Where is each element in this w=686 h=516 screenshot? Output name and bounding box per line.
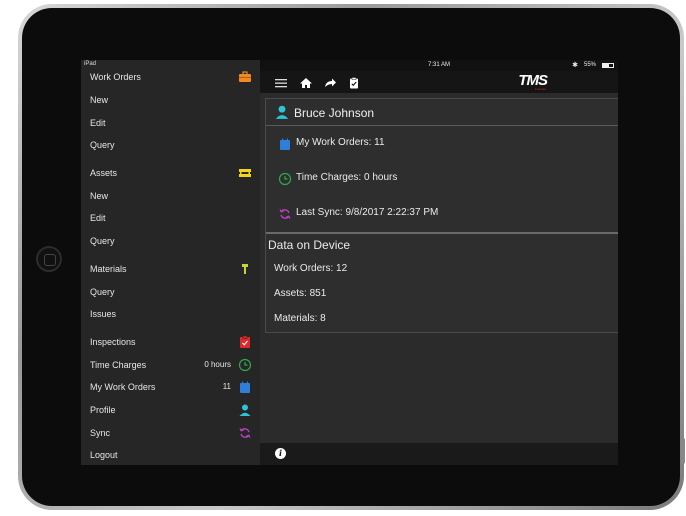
sidebar-item-work-orders[interactable]: Work Orders [81, 67, 260, 87]
sidebar-item-label: Work Orders [90, 72, 141, 82]
section-divider [266, 232, 618, 234]
user-icon [238, 403, 252, 417]
sidebar: iPad Work Orders New Edit Query Assets N… [81, 60, 260, 465]
home-button[interactable] [36, 246, 62, 272]
sidebar-item-assets-query[interactable]: Query [81, 231, 260, 251]
sidebar-item-inspections[interactable]: Inspections [81, 332, 260, 352]
time-charges-text: Time Charges: 0 hours [296, 172, 398, 183]
sidebar-item-sync[interactable]: Sync [81, 423, 260, 443]
equipment-icon [238, 166, 252, 180]
menu-icon[interactable] [274, 76, 288, 88]
main-panel: 7:31 AM ✱ 55% TMS Fuentes Bruce Johnson … [260, 60, 618, 465]
sync-icon [238, 426, 252, 440]
sidebar-item-assets-new[interactable]: New [81, 186, 260, 206]
sidebar-item-time-charges[interactable]: Time Charges 0 hours [81, 355, 260, 375]
sidebar-item-label: Sync [90, 428, 111, 438]
home-icon[interactable] [299, 76, 313, 88]
toolbox-icon [238, 70, 252, 84]
last-sync-row[interactable]: Last Sync: 9/8/2017 2:22:37 PM [266, 196, 618, 231]
sidebar-item-label: Profile [90, 405, 116, 415]
sidebar-item-materials-query[interactable]: Query [81, 282, 260, 302]
clock-icon [278, 172, 292, 186]
sidebar-item-profile[interactable]: Profile [81, 400, 260, 420]
device-materials: Materials: 8 [274, 313, 326, 324]
sidebar-item-label: Edit [90, 118, 106, 128]
my-work-orders-text: My Work Orders: 11 [296, 137, 385, 148]
last-sync-text: Last Sync: 9/8/2017 2:22:37 PM [296, 207, 439, 218]
share-icon[interactable] [323, 76, 337, 88]
sidebar-item-work-orders-query[interactable]: Query [81, 135, 260, 155]
my-work-orders-value: 11 [222, 382, 231, 391]
sidebar-item-assets-edit[interactable]: Edit [81, 208, 260, 228]
data-on-device-title: Data on Device [268, 238, 351, 252]
sidebar-item-label: Query [90, 236, 115, 246]
sidebar-item-label: Assets [90, 168, 118, 178]
user-icon [274, 104, 290, 120]
status-bar: 7:31 AM ✱ 55% [260, 60, 618, 71]
battery-percent: 55% [583, 62, 596, 68]
tms-logo-sub: Fuentes [535, 87, 546, 91]
battery-icon [602, 63, 614, 68]
app-screen: iPad Work Orders New Edit Query Assets N… [81, 60, 618, 465]
profile-header: Bruce Johnson [266, 99, 618, 126]
device-work-orders: Work Orders: 12 [274, 263, 348, 274]
sidebar-item-label: New [90, 191, 109, 201]
device-assets: Assets: 851 [274, 288, 327, 299]
sidebar-item-label: My Work Orders [90, 382, 156, 392]
sidebar-item-work-orders-edit[interactable]: Edit [81, 113, 260, 133]
sidebar-item-work-orders-new[interactable]: New [81, 90, 260, 110]
time-charges-value: 0 hours [204, 360, 231, 369]
sidebar-item-label: Logout [90, 450, 118, 460]
sidebar-item-assets[interactable]: Assets [81, 163, 260, 183]
sidebar-item-label: Issues [90, 309, 117, 319]
sidebar-item-label: New [90, 95, 109, 105]
status-time: 7:31 AM [427, 62, 450, 68]
sidebar-item-label: Edit [90, 213, 106, 223]
bottom-bar: i [260, 443, 618, 465]
sync-icon [278, 207, 292, 221]
sidebar-item-label: Materials [90, 264, 127, 274]
profile-card: Bruce Johnson My Work Orders: 11 Time Ch… [265, 98, 618, 333]
materials-icon [238, 262, 252, 276]
user-name: Bruce Johnson [294, 106, 375, 120]
clipboard-icon[interactable] [347, 76, 361, 89]
my-work-orders-row[interactable]: My Work Orders: 11 [266, 126, 618, 161]
sidebar-item-materials[interactable]: Materials [81, 259, 260, 279]
sidebar-item-label: Inspections [90, 337, 136, 347]
sidebar-item-label: Query [90, 287, 115, 297]
clock-icon [238, 358, 252, 372]
side-button[interactable] [681, 438, 685, 464]
sidebar-item-materials-issues[interactable]: Issues [81, 304, 260, 324]
calendar-icon [278, 137, 292, 151]
clipboard-icon [238, 335, 252, 349]
sidebar-item-label: Query [90, 140, 115, 150]
bluetooth-icon: ✱ [572, 62, 578, 69]
sidebar-item-logout[interactable]: Logout [81, 445, 260, 465]
sidebar-item-label: Time Charges [90, 360, 147, 370]
toolbar: TMS Fuentes [260, 71, 618, 93]
info-icon[interactable]: i [275, 448, 286, 459]
sidebar-item-my-work-orders[interactable]: My Work Orders 11 [81, 377, 260, 397]
time-charges-row[interactable]: Time Charges: 0 hours [266, 161, 618, 196]
calendar-icon [238, 380, 252, 394]
